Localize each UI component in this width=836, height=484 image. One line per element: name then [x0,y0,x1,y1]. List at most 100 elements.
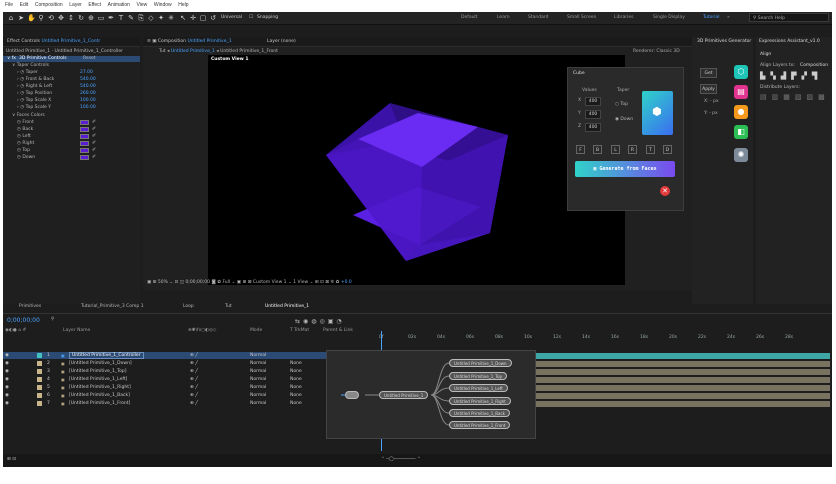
timeline-tab-tut[interactable]: Tut [225,304,232,309]
layer-mode[interactable]: Normal [250,352,266,359]
param-top-position-value[interactable]: 260.00 [80,91,96,96]
layer-switches-icon[interactable]: ⊕ ╱ [190,392,198,399]
workspace-single-display[interactable]: Single Display [653,15,685,20]
menu-layer[interactable]: Layer [69,0,82,11]
clone-tool-icon[interactable]: ⎘ [137,14,145,22]
workspace-menu-icon[interactable]: » [727,15,730,20]
visibility-eye-icon[interactable]: ◉ [5,352,9,359]
tab-effect-controls[interactable]: Effect Controls Untitled Primitive_1_Con… [7,39,100,44]
timeline-timecode[interactable]: 0;00;00;00 [7,317,40,324]
zoom-slider[interactable]: ⌃ ─◯──────── ⌃ [381,457,421,462]
eyedropper-icon[interactable]: ✐ [92,120,97,125]
face-back-swatch[interactable] [80,127,89,132]
layer-row-5[interactable]: ◉ 5 ▣ [Untitled Primitive_1_Right] ⊕ ╱ N… [3,384,377,391]
param-taper-value[interactable]: 27.00 [80,70,93,75]
col-trkmat[interactable]: T TrkMat [290,328,309,333]
radio-down[interactable]: ◉ Down [615,117,633,122]
faces-colors-section[interactable]: ∨ Faces Colors [12,113,45,118]
param-top-scale-y[interactable]: › ◷ Top Scale Y [17,105,51,110]
selection-tool-icon[interactable]: ➤ [17,14,25,22]
workspace-standard[interactable]: Standard [528,15,548,20]
workspace-learn[interactable]: Learn [497,15,510,20]
param-front-back-value[interactable]: 540.00 [80,77,96,82]
face-front-swatch[interactable] [80,120,89,125]
eraser-tool-icon[interactable]: ◇ [147,14,155,22]
layer-trkmat[interactable]: None [290,360,302,367]
rotate-tool-icon[interactable]: ↻ [77,14,85,22]
layer-trkmat[interactable]: None [290,376,302,383]
view-axis-icon[interactable]: ↺ [209,14,217,22]
layer-row-6[interactable]: ◉ 6 ▣ [Untitled Primitive_1_Back] ⊕ ╱ No… [3,392,377,399]
zoom-select[interactable]: 50% [158,280,168,285]
layer-row-7[interactable]: ◉ 7 ▣ [Untitled Primitive_1_Front] ⊕ ╱ N… [3,400,377,407]
layer-switches-icon[interactable]: ⊕ ╱ [190,376,198,383]
layer-trkmat[interactable]: None [290,368,302,375]
param-top-scale-y-value[interactable]: 100.00 [80,105,96,110]
box-primitive-icon[interactable]: ▤ [734,85,748,99]
visibility-eye-icon[interactable]: ◉ [5,360,9,367]
node-child-down[interactable]: Untitled Primitive_1_Down [449,359,512,367]
layer-trkmat[interactable]: None [290,400,302,407]
param-top-scale-x[interactable]: › ◷ Top Scale X [17,98,51,103]
orbit-tool-icon[interactable]: ⟲ [47,14,55,22]
apply-button[interactable]: Apply [700,84,717,94]
brush-tool-icon[interactable]: ✎ [127,14,135,22]
face-right-swatch[interactable] [80,141,89,146]
layer-mode[interactable]: Normal [250,392,266,399]
exposure-value[interactable]: +0.0 [341,280,352,285]
taper-controls-section[interactable]: ∨ Taper Controls [12,63,49,68]
layer-mode[interactable]: Normal [250,360,266,367]
col-layer-name[interactable]: Layer Name [63,328,90,333]
roto-tool-icon[interactable]: ✦ [157,14,165,22]
renderer-label[interactable]: Renderer: Classic 3D [633,49,680,54]
face-button-front[interactable]: F [576,145,585,154]
tab-layer[interactable]: Layer (none) [267,39,296,44]
menu-effect[interactable]: Effect [88,0,101,11]
breadcrumb-item-1[interactable]: Untitled Primitive_1 [171,49,215,54]
face-down-swatch[interactable] [80,155,89,160]
zoom-tool-icon[interactable]: ⚲ [37,14,45,22]
eyedropper-icon[interactable]: ✐ [92,155,97,160]
visibility-eye-icon[interactable]: ◉ [5,384,9,391]
visibility-eye-icon[interactable]: ◉ [5,368,9,375]
layer-label-color[interactable] [37,369,42,374]
generate-from-faces-button[interactable]: ▦ Generate from Faces [575,161,675,177]
layer-switches-icon[interactable]: ⊕ ╱ [190,384,198,391]
layer-mode[interactable]: Normal [250,400,266,407]
timeline-tab-loop[interactable]: Loop [183,304,194,309]
layer-name[interactable]: Untitled Primitive_1_Controller [69,352,144,359]
layer-name[interactable]: [Untitled Primitive_1_Back] [69,392,130,399]
render-time-icon[interactable]: ⊞ ⊡ [7,457,16,462]
layer-name[interactable]: [Untitled Primitive_1_Front] [69,400,130,407]
world-axis-icon[interactable]: ▢ [199,14,207,22]
param-right-left-value[interactable]: 540.00 [80,84,96,89]
pen-tool-icon[interactable]: ✒ [107,14,115,22]
snapping-checkbox[interactable]: ☐ [249,15,253,20]
layer-name[interactable]: [Untitled Primitive_1_Right] [69,384,131,391]
col-parent[interactable]: Parent & Link [323,328,353,333]
resolution-select[interactable]: Full [222,280,230,285]
layer-label-color[interactable] [37,377,42,382]
drop-primitive-icon[interactable]: ● [734,105,748,119]
node-child-back[interactable]: Untitled Primitive_1_Back [449,409,510,417]
home-icon[interactable]: ⌂ [7,14,15,22]
y-value-input[interactable]: 400 [585,110,601,119]
menu-composition[interactable]: Composition [35,0,63,11]
face-button-right[interactable]: R [628,145,637,154]
anchor-tool-icon[interactable]: ⊕ [87,14,95,22]
timeline-tab-tutorial[interactable]: Tutorial_Primitive_3 Comp 1 [81,304,144,309]
panel-primitive-icon[interactable]: ◧ [734,125,748,139]
workspace-default[interactable]: Default [461,15,477,20]
align-buttons-icon[interactable]: ▙▚▟▛▞▜ [760,72,822,80]
viewer-tools-icon[interactable]: ⌄ ⊞ ⊡ ⊠ ✲ ✿ [310,280,341,285]
view-select[interactable]: Custom View 1 [253,280,287,285]
workspace-small-screen[interactable]: Small Screen [567,15,596,20]
layer-name[interactable]: [Untitled Primitive_1_Down] [69,360,132,367]
menu-help[interactable]: Help [178,0,188,11]
layer-trkmat[interactable]: None [290,384,302,391]
layer-label-color[interactable] [37,361,42,366]
eyedropper-icon[interactable]: ✐ [92,134,97,139]
layer-mode[interactable]: Normal [250,368,266,375]
breadcrumb-parent[interactable]: Tut ◂ [159,49,171,54]
cube-preview-button[interactable]: ⬢ [642,91,673,135]
